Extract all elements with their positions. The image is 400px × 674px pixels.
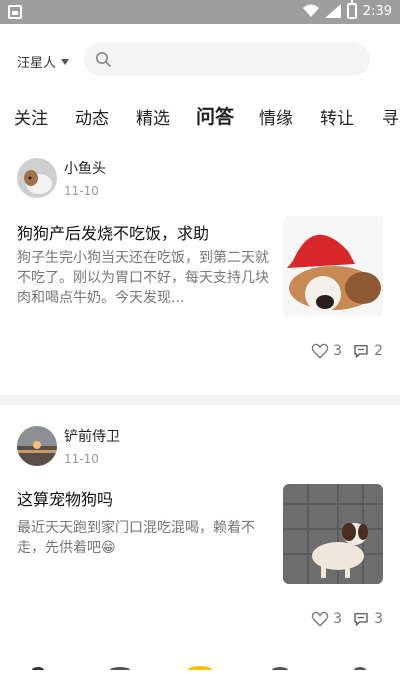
status-bar: 2:39 [0, 0, 400, 24]
comment-button[interactable]: 3 [352, 610, 383, 628]
search-icon [96, 52, 111, 67]
post-card[interactable]: 铲前侍卫 11-10 这算宠物狗吗 最近天天跑到家门口混吃混喝，赖着不走，先供着… [0, 420, 400, 655]
post-actions: 3 2 [311, 342, 383, 360]
comment-count: 2 [374, 343, 383, 359]
post-title[interactable]: 狗狗产后发烧不吃饭，求助 [17, 220, 209, 244]
comment-icon [354, 345, 368, 358]
signal-icon [324, 4, 341, 18]
category-tabs: 关注 动态 精选 问答 情缘 转让 寻 [0, 100, 400, 132]
post-body[interactable]: 狗子生完小狗当天还在吃饭，到第二天就不吃了。刚以为胃口不好，每天支持几块肉和喝点… [17, 248, 270, 308]
city-selector[interactable]: 汪星人 [17, 52, 70, 71]
post-title[interactable]: 这算宠物狗吗 [17, 486, 113, 510]
avatar-dog-image [17, 158, 57, 198]
post-author[interactable]: 铲前侍卫 [64, 426, 120, 446]
tab-search-pet[interactable]: 寻 [382, 104, 399, 129]
avatar[interactable] [17, 158, 57, 198]
post-image[interactable] [283, 216, 383, 316]
like-count: 3 [333, 611, 343, 627]
heart-icon [311, 611, 329, 627]
dog-with-red-hat-image [283, 216, 383, 316]
bottom-nav-edge [0, 655, 400, 674]
search-input[interactable] [84, 42, 370, 76]
tab-transfer[interactable]: 转让 [320, 104, 354, 129]
post-image[interactable] [283, 484, 383, 584]
city-label: 汪星人 [17, 56, 57, 71]
like-count: 3 [333, 343, 343, 359]
post-date: 11-10 [64, 184, 99, 198]
top-bar: 汪星人 [0, 40, 400, 80]
tab-follow[interactable]: 关注 [14, 104, 48, 129]
divider [0, 395, 400, 405]
post-card[interactable]: 小鱼头 11-10 狗狗产后发烧不吃饭，求助 狗子生完小狗当天还在吃饭，到第二天… [0, 150, 400, 395]
comment-button[interactable]: 2 [352, 342, 383, 360]
wifi-icon [302, 4, 319, 17]
tab-feed[interactable]: 动态 [75, 104, 109, 129]
tab-qa[interactable]: 问答 [196, 102, 234, 129]
comment-count: 3 [374, 611, 383, 627]
avatar[interactable] [17, 426, 57, 466]
tab-featured[interactable]: 精选 [136, 104, 170, 129]
tab-match[interactable]: 情缘 [259, 104, 293, 129]
battery-icon [346, 0, 357, 19]
post-date: 11-10 [64, 452, 99, 466]
post-actions: 3 3 [311, 610, 383, 628]
post-author[interactable]: 小鱼头 [64, 158, 106, 178]
gallery-icon [8, 5, 22, 19]
like-button[interactable]: 3 [311, 342, 342, 360]
heart-icon [311, 343, 329, 359]
like-button[interactable]: 3 [311, 610, 342, 628]
avatar-sunset-image [17, 426, 57, 466]
caret-down-icon [61, 58, 70, 65]
dog-on-pavement-image [283, 484, 383, 584]
status-time: 2:39 [362, 3, 392, 19]
post-body[interactable]: 最近天天跑到家门口混吃混喝，赖着不走，先供着吧😁 [17, 518, 270, 558]
comment-icon [354, 613, 368, 626]
